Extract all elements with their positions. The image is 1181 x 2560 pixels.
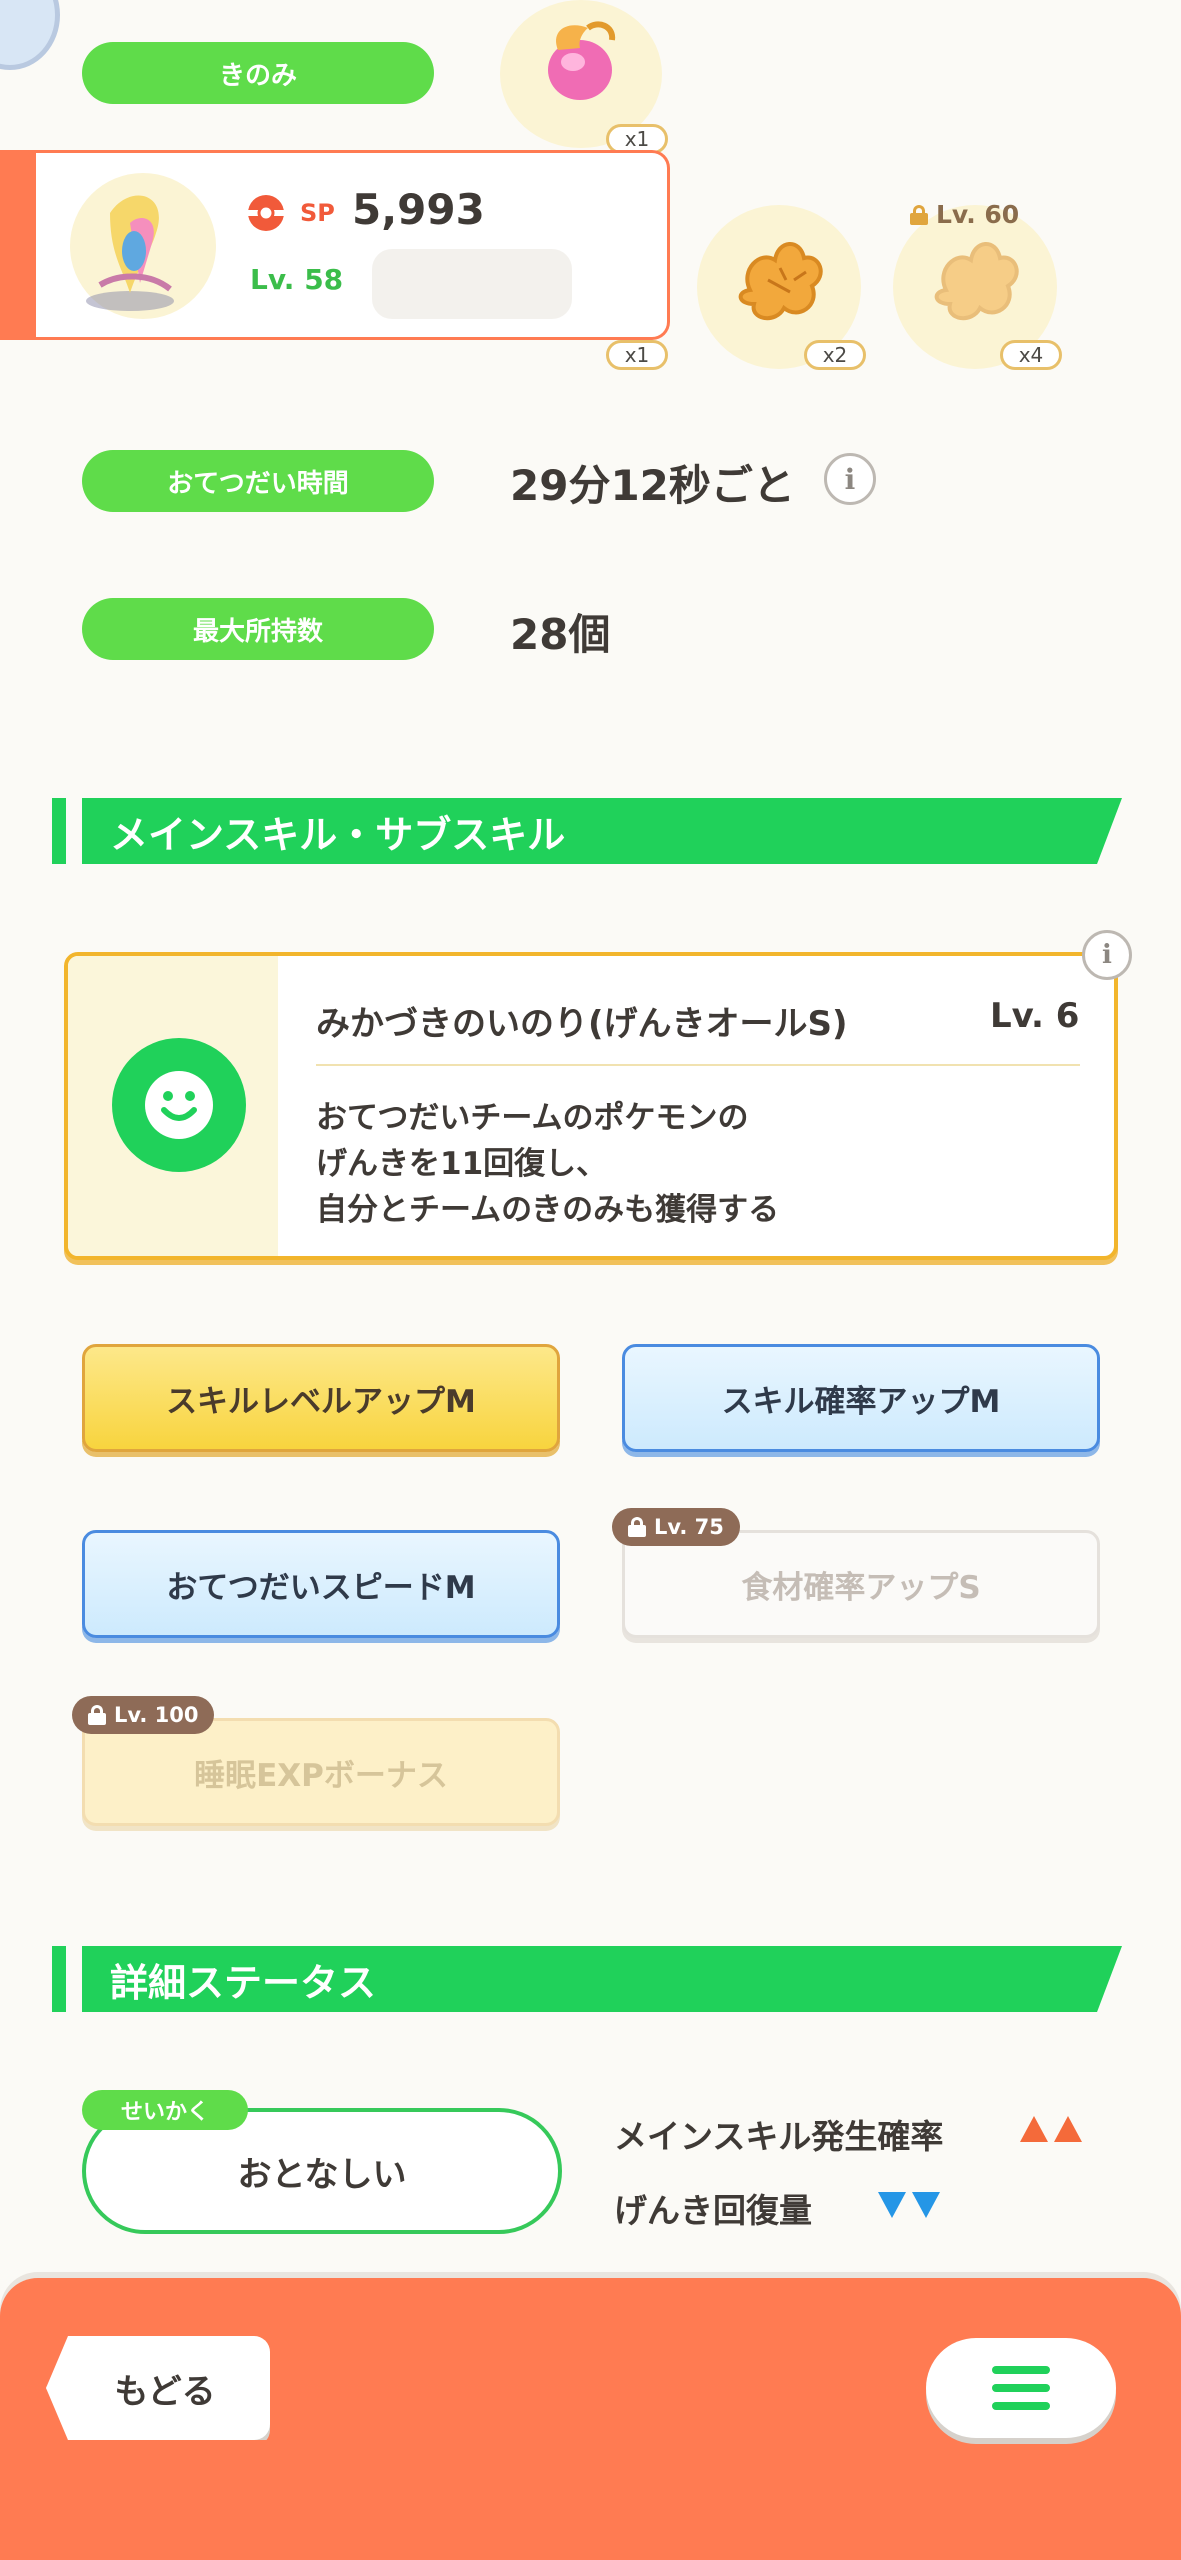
back-label: もどる (114, 2371, 216, 2412)
main-skill-card[interactable]: みかづきのいのり(げんきオールS) Lv. 6 おてつだいチームのポケモンの げ… (64, 952, 1118, 1260)
down-arrow-icon (878, 2192, 906, 2218)
pokemon-card[interactable]: SP 5,993 Lv. 58 (0, 150, 670, 340)
berries-label: きのみ (82, 42, 434, 104)
lock-icon (628, 1517, 646, 1537)
down-arrow-icon (912, 2192, 940, 2218)
ingredient-count-2: x2 (804, 340, 866, 370)
sub-skill-1-label: スキルレベルアップM (166, 1383, 476, 1420)
skills-heading-text: メインスキル・サブスキル (110, 812, 566, 857)
details-heading: 詳細ステータス (52, 1946, 1122, 2012)
main-skill-level: Lv. 6 (990, 996, 1080, 1036)
cresselia-icon (86, 195, 174, 311)
nature-down-arrows (878, 2192, 940, 2218)
sub-skill-4-label: 食材確率アップS (741, 1569, 981, 1606)
ingredient-count-3: x4 (1000, 340, 1062, 370)
main-skill-divider (316, 1064, 1080, 1066)
info-icon[interactable]: i (824, 453, 876, 505)
max-carry-label: 最大所持数 (82, 598, 434, 660)
main-skill-desc-1: おてつだいチームのポケモンの (316, 1100, 749, 1136)
max-carry-value: 28個 (510, 610, 611, 659)
sp-label: SP (300, 199, 335, 227)
skills-heading: メインスキル・サブスキル (52, 798, 1122, 864)
sub-skill-4-lock: Lv. 75 (612, 1508, 740, 1546)
sub-skill-3-label: おてつだいスピードM (166, 1569, 476, 1606)
sub-skill-4[interactable]: 食材確率アップS (622, 1530, 1100, 1638)
nature-up-arrows (1020, 2116, 1082, 2142)
help-time-label: おてつだい時間 (82, 450, 434, 512)
name-blur (372, 249, 572, 319)
hamburger-icon (992, 2366, 1050, 2410)
back-button[interactable]: もどる (46, 2336, 270, 2440)
menu-button[interactable] (926, 2338, 1116, 2438)
sub-skill-2[interactable]: スキル確率アップM (622, 1344, 1100, 1452)
main-skill-name: みかづきのいのり(げんきオールS) (316, 1004, 848, 1044)
lock-icon (910, 204, 928, 225)
sub-skill-1[interactable]: スキルレベルアップM (82, 1344, 560, 1452)
lock-icon (88, 1705, 106, 1725)
nature-up-label: メインスキル発生確率 (614, 2117, 944, 2156)
main-skill-desc-3: 自分とチームのきのみも獲得する (316, 1192, 780, 1228)
help-time-value: 29分12秒ごと (510, 461, 795, 510)
pokemon-portrait (70, 173, 216, 319)
sub-skill-5-label: 睡眠EXPボーナス (194, 1757, 448, 1794)
ginger-icon (738, 242, 823, 320)
avatar-edge (0, 0, 60, 70)
up-arrow-icon (1054, 2116, 1082, 2142)
skill-info-icon[interactable]: i (1082, 930, 1132, 980)
sub-skill-3[interactable]: おてつだいスピードM (82, 1530, 560, 1638)
sub-skill-5-lock: Lv. 100 (72, 1696, 215, 1734)
pokemon-level: Lv. 58 (250, 263, 344, 296)
sub-skill-2-label: スキル確率アップM (721, 1383, 1001, 1420)
ingredient-count-1: x1 (606, 340, 668, 370)
ingredient-lock-level: Lv. 60 (936, 200, 1020, 229)
card-accent (0, 150, 36, 340)
smile-icon (112, 1038, 246, 1172)
nature-value: おとなしい (237, 2154, 407, 2195)
details-heading-text: 詳細ステータス (110, 1960, 377, 2005)
nature-tag: せいかく (82, 2090, 248, 2130)
sp-icon (248, 195, 284, 231)
sub-skill-5[interactable]: 睡眠EXPボーナス (82, 1718, 560, 1826)
up-arrow-icon (1020, 2116, 1048, 2142)
ginger-locked-icon (934, 242, 1019, 320)
nature-down-label: げんき回復量 (614, 2191, 812, 2230)
sp-value: 5,993 (352, 185, 485, 234)
main-skill-desc-2: げんきを11回復し、 (316, 1146, 608, 1182)
berry-icon (548, 21, 616, 100)
ingredient-lock: Lv. 60 (910, 200, 1019, 229)
